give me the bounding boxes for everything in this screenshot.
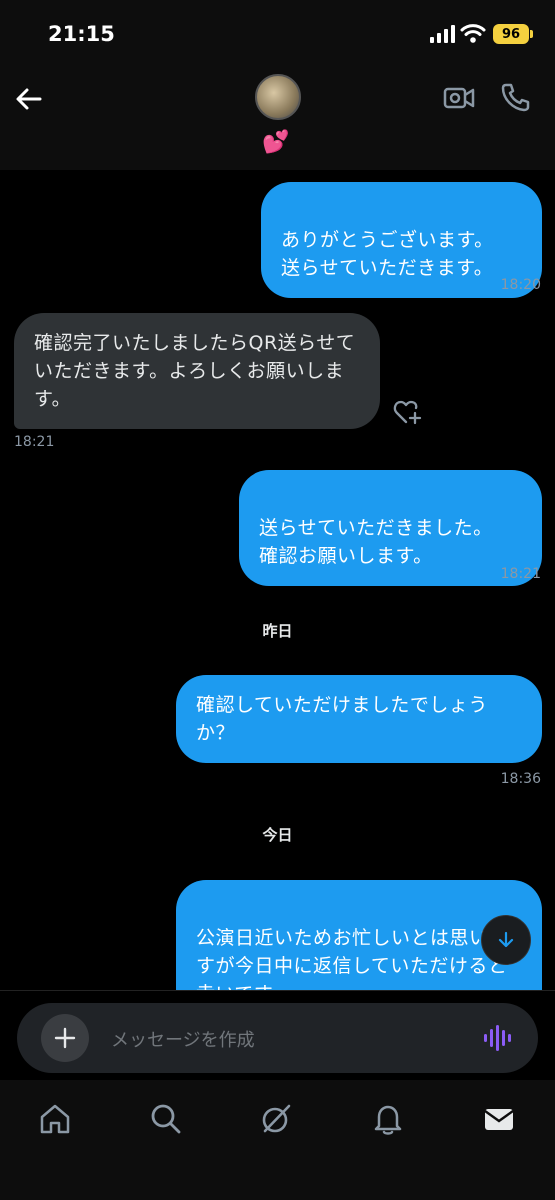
grok-icon[interactable] [259,1102,293,1136]
add-reaction-icon[interactable] [393,398,423,426]
message-text: ありがとうございます。 送らせていただきます。 [281,229,494,279]
composer-area: メッセージを作成 [0,990,555,1081]
message-timestamp: 18:21 [500,566,541,582]
conversation-header: 💕 [0,64,555,170]
contact-name-badge: 💕 [262,130,290,155]
message-text: 確認完了いたしましたらQR送らせていただきます。よろしくお願いします。 [34,332,356,410]
battery-tip [530,30,533,38]
contact-avatar[interactable] [255,74,301,120]
home-icon[interactable] [38,1102,72,1136]
video-call-icon[interactable] [443,84,475,112]
back-arrow-icon[interactable] [14,84,44,114]
message-timestamp: 18:21 [14,434,55,450]
voice-message-icon[interactable] [483,1023,515,1053]
status-bar: 21:15 96 [0,0,555,64]
message-composer[interactable]: メッセージを作成 [17,1003,538,1073]
message-bubble-outgoing[interactable]: 送らせていただきました。 確認お願いします。 [239,470,542,586]
clock: 21:15 [48,22,115,46]
phone-call-icon[interactable] [500,82,530,112]
message-text: 公演日近いためお忙しいとは思いますが今日中に返信していただけると幸いです。 母票… [196,927,509,990]
message-list[interactable]: ありがとうございます。 送らせていただきます。 18:20 確認完了いたしました… [0,170,555,990]
signal-icon [430,25,455,43]
notifications-icon[interactable] [371,1102,405,1136]
battery-level: 96 [501,26,521,42]
message-timestamp: 18:36 [500,771,541,787]
message-input[interactable]: メッセージを作成 [111,1026,255,1052]
date-separator: 今日 [262,826,293,844]
message-bubble-outgoing[interactable]: 確認していただけましたでしょうか？ [176,675,542,763]
wifi-icon [460,24,486,43]
message-text: 確認していただけましたでしょうか？ [196,694,488,744]
plus-icon [54,1027,76,1049]
message-bubble-incoming[interactable]: 確認完了いたしましたらQR送らせていただきます。よろしくお願いします。 [14,313,380,429]
battery-indicator: 96 [493,24,529,44]
messages-icon[interactable] [482,1102,516,1136]
add-media-button[interactable] [41,1014,89,1062]
search-icon[interactable] [149,1102,183,1136]
message-timestamp: 18:20 [500,277,541,293]
bottom-tab-bar [0,1080,555,1200]
message-text: 送らせていただきました。 確認お願いします。 [259,517,493,567]
arrow-down-icon [498,931,514,948]
scroll-to-bottom-button[interactable] [481,915,531,965]
date-separator: 昨日 [262,622,293,640]
